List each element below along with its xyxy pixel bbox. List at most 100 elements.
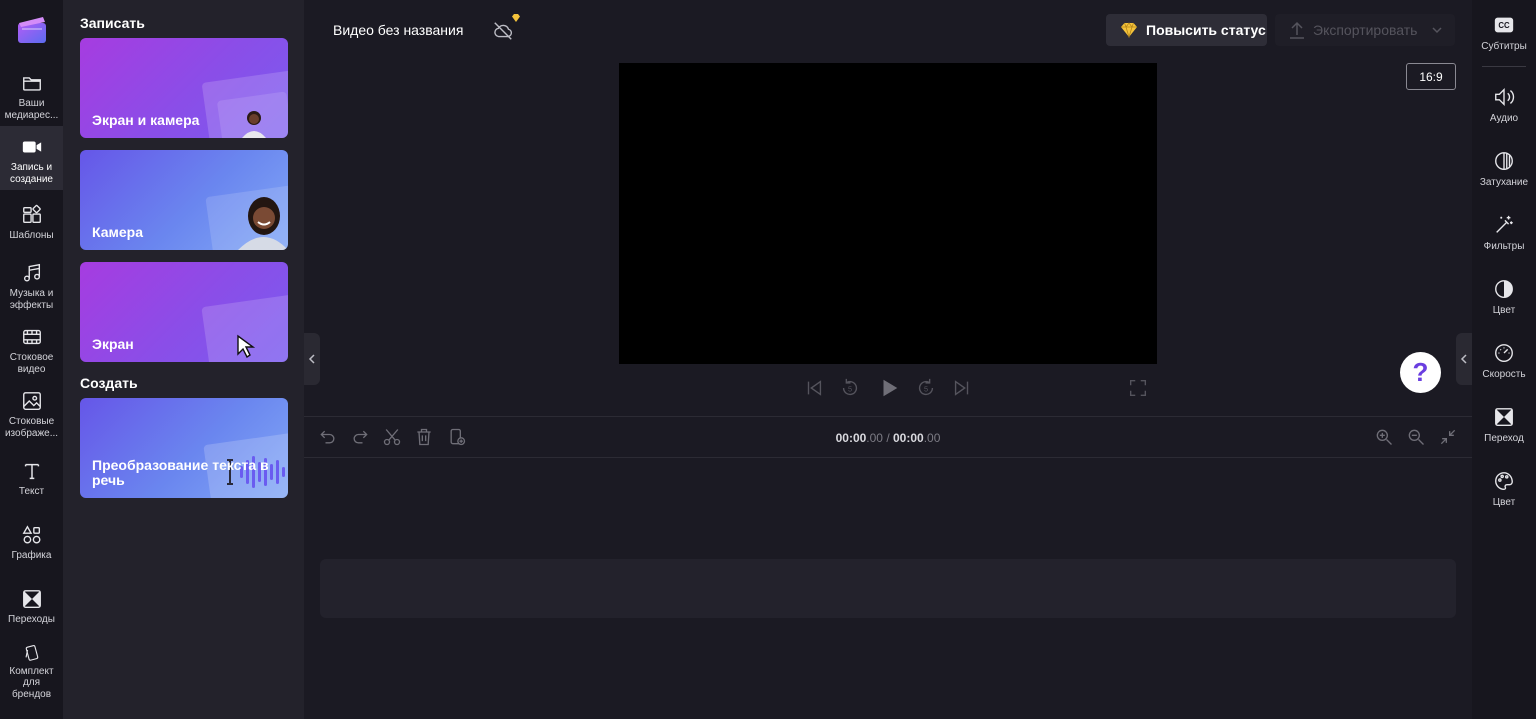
image-icon (22, 392, 41, 410)
rn-label: Цвет (1492, 497, 1516, 508)
collapse-timeline-icon[interactable] (1438, 427, 1458, 447)
card-text-to-speech[interactable]: Преобразование текста в речь (80, 398, 288, 498)
nav-item-templates[interactable]: Шаблоны (0, 204, 63, 248)
nav-item-text[interactable]: Текст (0, 460, 63, 504)
svg-text:5: 5 (924, 385, 928, 394)
video-preview[interactable] (619, 63, 1157, 364)
svg-text:5: 5 (848, 385, 852, 394)
skip-back-icon[interactable] (803, 377, 825, 399)
skip-forward-icon[interactable] (951, 377, 973, 399)
cloud-off-icon[interactable] (492, 20, 514, 42)
nav-label: Стоковое видео (9, 352, 54, 375)
speaker-icon (1495, 88, 1515, 106)
nav-label: Шаблоны (9, 230, 54, 241)
rn-item-audio[interactable]: Аудио (1472, 86, 1536, 124)
palette-icon (1495, 472, 1513, 490)
nav-label: Комплект для брендов (9, 665, 54, 700)
right-panel-collapse-button[interactable] (1456, 333, 1472, 385)
zoom-out-icon[interactable] (1406, 427, 1426, 447)
nav-label: Текст (18, 486, 45, 497)
rn-label: Скорость (1482, 369, 1526, 380)
rn-label: Переход (1484, 433, 1524, 444)
gem-icon (1121, 22, 1137, 38)
nav-label: Музыка и эффекты (9, 288, 54, 311)
rn-item-captions[interactable]: CC Субтитры (1472, 14, 1536, 52)
divider (1482, 66, 1526, 67)
app-root: Ваши медиарес... Запись и создание Шабло… (0, 0, 1536, 719)
chevron-left-icon (1460, 354, 1467, 364)
transitions-icon (22, 590, 41, 608)
nav-item-music[interactable]: Музыка и эффекты (0, 262, 63, 314)
question-mark-icon: ? (1412, 357, 1429, 387)
rn-item-filters[interactable]: Фильтры (1472, 214, 1536, 252)
panel-collapse-button[interactable] (304, 333, 320, 385)
svg-text:CC: CC (1498, 21, 1510, 30)
card-label: Экран и камера (92, 112, 200, 128)
time-separator: / (882, 431, 893, 445)
card-screen-and-camera[interactable]: Экран и камера (80, 38, 288, 138)
clipchamp-logo-icon[interactable] (16, 14, 48, 46)
music-note-icon (23, 263, 40, 282)
timeline-track[interactable] (320, 559, 1456, 618)
folder-icon (22, 77, 41, 91)
forward-5-icon[interactable]: 5 (915, 377, 937, 399)
shapes-icon (22, 525, 40, 544)
chevron-left-icon (308, 354, 315, 364)
rn-label: Аудио (1489, 113, 1519, 124)
rn-item-transition[interactable]: Переход (1472, 406, 1536, 444)
record-create-panel: Записать Экран и камера Камера Экран Соз… (63, 0, 304, 719)
captions-icon: CC (1494, 17, 1514, 33)
card-label: Преобразование текста в речь (92, 457, 269, 488)
rn-item-color[interactable]: Цвет (1472, 278, 1536, 316)
rn-label: Фильтры (1483, 241, 1525, 252)
rn-item-color-palette[interactable]: Цвет (1472, 470, 1536, 508)
aspect-ratio-button[interactable]: 16:9 (1406, 63, 1456, 90)
upgrade-button[interactable]: Повысить статус (1106, 14, 1267, 46)
brand-kit-icon (25, 645, 38, 661)
rn-item-fade[interactable]: Затухание (1472, 150, 1536, 188)
nav-item-transitions[interactable]: Переходы (0, 588, 63, 632)
total-time-fraction: .00 (923, 431, 941, 445)
nav-label: Запись и создание (10, 162, 53, 185)
card-screen[interactable]: Экран (80, 262, 288, 362)
transitions-icon (1495, 408, 1513, 426)
nav-label: Ваши медиарес... (4, 98, 59, 121)
fade-icon (1495, 152, 1513, 170)
upgrade-label: Повысить статус (1146, 22, 1266, 38)
help-button[interactable]: ? (1400, 352, 1441, 393)
zoom-in-icon[interactable] (1374, 427, 1394, 447)
rewind-5-icon[interactable]: 5 (839, 377, 861, 399)
card-label: Экран (92, 336, 134, 352)
nav-item-stock-video[interactable]: Стоковое видео (0, 326, 63, 378)
right-nav: CC Субтитры Аудио Затухание Фильтры Цвет… (1472, 0, 1536, 719)
contrast-icon (1495, 280, 1513, 298)
record-section-title: Записать (80, 15, 145, 31)
rn-label: Затухание (1479, 177, 1529, 188)
rn-label: Цвет (1492, 305, 1516, 316)
left-nav: Ваши медиарес... Запись и создание Шабло… (0, 0, 63, 719)
rn-item-speed[interactable]: Скорость (1472, 342, 1536, 380)
premium-gem-icon (511, 13, 521, 23)
card-camera[interactable]: Камера (80, 150, 288, 250)
nav-item-stock-images[interactable]: Стоковые изображе... (0, 390, 63, 444)
film-icon (22, 329, 41, 345)
export-button[interactable]: Экспортировать (1275, 14, 1455, 46)
rn-label: Субтитры (1481, 41, 1527, 52)
nav-label: Переходы (8, 614, 55, 625)
fullscreen-icon[interactable] (1127, 377, 1149, 399)
create-section-title: Создать (80, 375, 138, 391)
project-title[interactable]: Видео без названия (333, 22, 463, 38)
nav-item-record-create[interactable]: Запись и создание (0, 126, 63, 190)
total-time: 00:00 (893, 431, 924, 445)
play-icon[interactable] (878, 377, 900, 399)
upload-icon (1290, 21, 1304, 39)
chevron-down-icon (1432, 27, 1442, 34)
timeline-toolbar: 00:00.00 / 00:00.00 (304, 416, 1472, 458)
nav-item-graphics[interactable]: Графика (0, 524, 63, 568)
person-thumbnail-icon (236, 194, 288, 250)
templates-icon (22, 204, 41, 224)
nav-item-media[interactable]: Ваши медиарес... (0, 72, 63, 126)
nav-item-brand-kit[interactable]: Комплект для брендов (0, 644, 63, 700)
export-label: Экспортировать (1313, 22, 1418, 38)
magic-wand-icon (1496, 215, 1513, 233)
